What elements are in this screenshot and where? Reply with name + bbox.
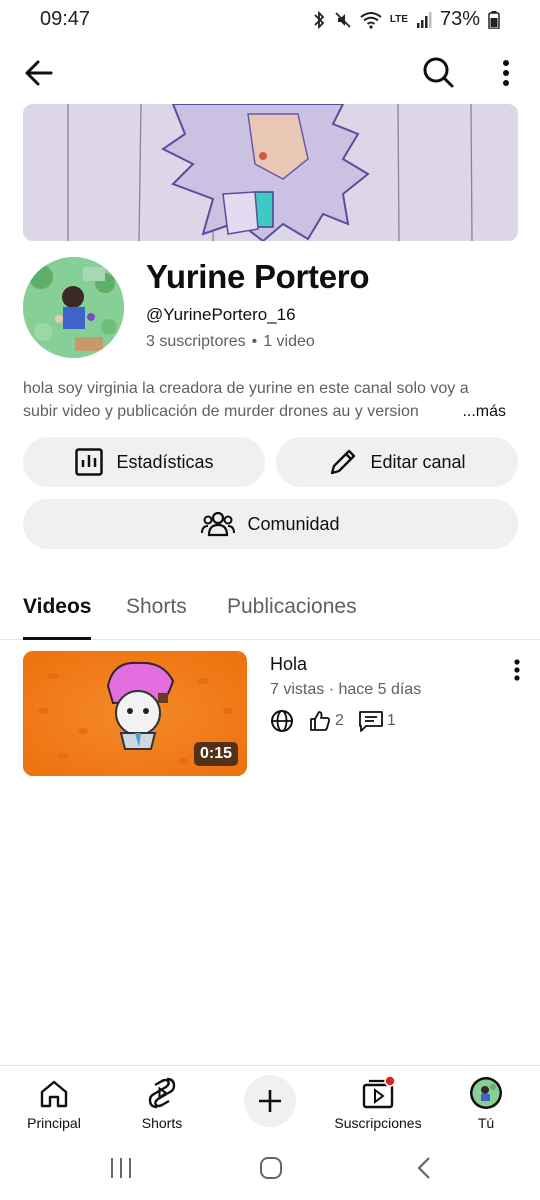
analytics-icon [75, 448, 104, 476]
home-icon [40, 1080, 68, 1108]
video-more-icon[interactable] [506, 655, 528, 685]
comments-stat: 1 [358, 709, 396, 733]
edit-channel-label: Editar canal [370, 451, 466, 472]
system-navigation-bar [0, 1141, 540, 1200]
tab-shorts[interactable]: Shorts [126, 595, 187, 619]
status-icons: LTE 73% [312, 8, 500, 31]
subscriber-count: 3 suscriptores [146, 333, 246, 350]
nav-shorts-label: Shorts [141, 1115, 183, 1131]
mute-icon [335, 11, 351, 28]
channel-avatar[interactable] [23, 257, 124, 358]
avatar [470, 1077, 502, 1109]
nav-home[interactable]: Principal [0, 1066, 108, 1142]
likes-stat: 2 [308, 709, 344, 733]
thumbs-up-icon [310, 711, 330, 731]
video-duration: 0:15 [193, 742, 238, 766]
pencil-icon [331, 449, 356, 475]
likes-count: 2 [335, 712, 344, 729]
network-type: LTE [389, 13, 408, 25]
video-thumbnail[interactable]: 0:15 [23, 651, 247, 776]
shorts-icon [148, 1077, 176, 1109]
channel-tabs: Videos Shorts Publicaciones [0, 580, 540, 640]
nav-you-label: Tú [477, 1115, 495, 1131]
nav-subscriptions-label: Suscripciones [334, 1115, 422, 1131]
video-title[interactable]: Hola [270, 654, 307, 675]
channel-name: Yurine Portero [146, 258, 370, 295]
channel-banner [23, 104, 518, 241]
active-tab-indicator [23, 637, 91, 640]
home-button-icon[interactable] [258, 1155, 284, 1181]
community-button[interactable]: Comunidad [23, 499, 518, 549]
bottom-navigation: Principal Shorts Suscripciones Tú [0, 1065, 540, 1141]
globe-icon [271, 710, 293, 732]
tab-posts[interactable]: Publicaciones [227, 595, 357, 619]
subscriptions-icon [362, 1076, 395, 1109]
edit-channel-button[interactable]: Editar canal [276, 437, 518, 487]
comment-icon [359, 711, 383, 732]
signal-icon [416, 11, 432, 28]
analytics-label: Estadísticas [116, 451, 214, 472]
channel-description[interactable]: hola soy virginia la creadora de yurine … [23, 377, 518, 423]
nav-home-label: Principal [27, 1115, 81, 1131]
channel-handle: @YurinePortero_16 [146, 305, 296, 324]
community-label: Comunidad [247, 513, 340, 534]
battery-icon [488, 10, 500, 29]
system-back-icon[interactable] [412, 1155, 438, 1181]
nav-subscriptions[interactable]: Suscripciones [324, 1066, 432, 1142]
video-stats: 2 1 [270, 709, 396, 733]
tab-videos[interactable]: Videos [23, 595, 91, 619]
analytics-button[interactable]: Estadísticas [23, 437, 265, 487]
video-list-item[interactable]: 0:15 Hola 7 vistas · hace 5 días 2 1 [0, 651, 540, 777]
top-app-bar [0, 48, 540, 96]
nav-you[interactable]: Tú [432, 1066, 540, 1142]
recent-apps-icon[interactable] [108, 1155, 134, 1181]
search-icon[interactable] [420, 54, 456, 90]
description-more-link[interactable]: ...más [440, 400, 506, 423]
channel-meta: 3 suscriptores • 1 video [146, 333, 315, 350]
battery-percent: 73% [439, 8, 480, 30]
nav-shorts[interactable]: Shorts [108, 1066, 216, 1142]
wifi-icon [360, 11, 382, 29]
back-arrow-icon[interactable] [22, 56, 56, 90]
community-icon [201, 511, 236, 537]
bluetooth-icon [314, 10, 325, 29]
video-count: 1 video [263, 333, 315, 350]
create-button[interactable] [244, 1075, 296, 1127]
more-options-icon[interactable] [494, 56, 518, 90]
plus-icon [259, 1090, 281, 1112]
video-meta: 7 vistas · hace 5 días [270, 681, 422, 698]
status-bar: 09:47 LTE 73% [0, 0, 540, 40]
status-time: 09:47 [40, 8, 91, 30]
description-line-1: hola soy virginia la creadora de yurine … [23, 380, 469, 397]
comments-count: 1 [386, 712, 396, 729]
